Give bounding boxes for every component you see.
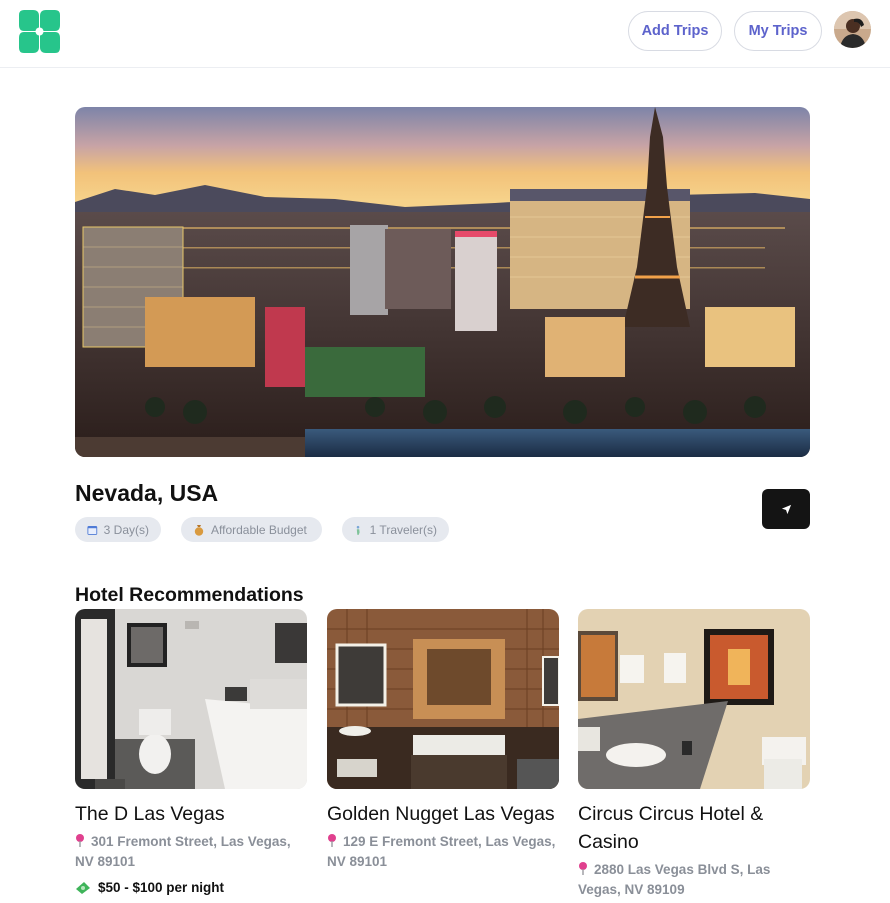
money-bag-icon <box>194 524 204 536</box>
travelers-chip: 1 Traveler(s) <box>342 517 449 542</box>
hotel-address: 2880 Las Vegas Blvd S, Las Vegas, NV 891… <box>578 860 810 900</box>
send-icon <box>781 504 791 514</box>
days-chip: 3 Day(s) <box>75 517 161 542</box>
hotel-name: The D Las Vegas <box>75 803 225 825</box>
hotel-card[interactable]: Circus Circus Hotel & Casino 2880 Las Ve… <box>578 609 810 900</box>
hotel-address-text: 129 E Fremont Street, Las Vegas, NV 8910… <box>327 834 556 869</box>
hotel-address-text: 2880 Las Vegas Blvd S, Las Vegas, NV 891… <box>578 862 771 897</box>
share-button[interactable] <box>762 489 810 529</box>
hotel-name: Circus Circus Hotel & Casino <box>578 803 764 853</box>
traveler-icon <box>356 525 360 535</box>
hotel-price: $50 - $100 per night <box>75 880 307 895</box>
hotel-card[interactable]: Golden Nugget Las Vegas 129 E Fremont St… <box>327 609 559 872</box>
hotel-image <box>327 609 559 789</box>
hotel-price-text: $50 - $100 per night <box>98 880 225 895</box>
hotel-name: Golden Nugget Las Vegas <box>327 803 555 825</box>
budget-chip-label: Affordable Budget <box>211 522 307 537</box>
my-trips-button[interactable]: My Trips <box>734 11 822 51</box>
calendar-icon <box>87 525 98 535</box>
hotel-address-text: 301 Fremont Street, Las Vegas, NV 89101 <box>75 834 291 869</box>
hotel-image <box>75 609 307 789</box>
hotel-section-title: Hotel Recommendations <box>75 584 304 606</box>
pin-icon <box>328 834 336 847</box>
pin-icon <box>579 862 587 875</box>
travelers-chip-label: 1 Traveler(s) <box>369 522 437 537</box>
top-nav: Add Trips My Trips <box>0 0 890 68</box>
user-avatar[interactable] <box>834 11 871 48</box>
pin-icon <box>76 834 84 847</box>
add-trips-button[interactable]: Add Trips <box>628 11 722 51</box>
hotel-address: 301 Fremont Street, Las Vegas, NV 89101 <box>75 832 307 872</box>
days-chip-label: 3 Day(s) <box>103 522 149 537</box>
destination-hero-image <box>75 107 810 457</box>
destination-title: Nevada, USA <box>75 480 219 506</box>
clover-logo-icon[interactable] <box>16 8 63 55</box>
hotel-address: 129 E Fremont Street, Las Vegas, NV 8910… <box>327 832 559 872</box>
hotel-card[interactable]: The D Las Vegas 301 Fremont Street, Las … <box>75 609 307 895</box>
budget-chip: Affordable Budget <box>181 517 322 542</box>
money-icon <box>76 881 90 894</box>
hotel-image <box>578 609 810 789</box>
